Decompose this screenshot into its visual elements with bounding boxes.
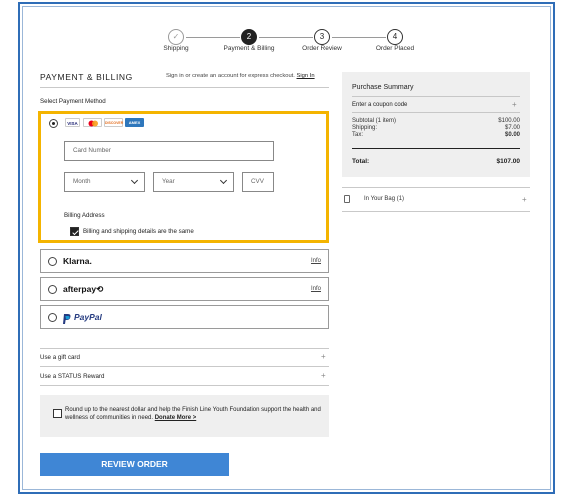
step-label-payment: Payment & Billing bbox=[223, 45, 275, 52]
divider bbox=[342, 211, 530, 212]
mastercard-logo-icon bbox=[83, 118, 102, 127]
gift-card-label[interactable]: Use a gift card bbox=[40, 354, 80, 361]
subtotal-value: $100.00 bbox=[498, 118, 520, 124]
step-shipping-check-icon: ✓ bbox=[168, 29, 184, 45]
status-reward-label[interactable]: Use a STATUS Reward bbox=[40, 373, 104, 380]
summary-title: Purchase Summary bbox=[352, 84, 414, 91]
shipping-row: Shipping: $7.00 bbox=[352, 125, 520, 132]
billing-same-checkbox[interactable] bbox=[70, 227, 79, 236]
step-review-number: 3 bbox=[314, 29, 330, 45]
review-order-button[interactable]: REVIEW ORDER bbox=[40, 453, 229, 476]
billing-same-label[interactable]: Billing and shipping details are the sam… bbox=[83, 228, 194, 235]
credit-card-radio[interactable] bbox=[49, 119, 58, 128]
divider bbox=[40, 87, 329, 88]
roundup-donation-box: Round up to the nearest dollar and help … bbox=[40, 395, 329, 437]
shipping-label: Shipping: bbox=[352, 125, 378, 131]
coupon-code-toggle[interactable]: Enter a coupon code bbox=[352, 102, 407, 108]
cvv-input[interactable]: CVV bbox=[242, 172, 274, 192]
afterpay-radio[interactable] bbox=[48, 285, 57, 294]
divider bbox=[40, 348, 329, 349]
afterpay-logo: afterpay⟲ bbox=[63, 284, 104, 294]
divider bbox=[352, 148, 520, 149]
subtotal-row: Subtotal (1 item) $100.00 bbox=[352, 118, 520, 125]
month-select-value: Month bbox=[73, 178, 91, 185]
divider bbox=[352, 112, 520, 113]
shipping-value: $7.00 bbox=[504, 125, 520, 131]
paypal-wordmark: PayPal bbox=[74, 312, 102, 322]
signin-text: Sign in or create an account for express… bbox=[166, 73, 295, 79]
purchase-summary: Purchase Summary Enter a coupon code + S… bbox=[342, 72, 530, 177]
card-number-input[interactable]: Card Number bbox=[64, 141, 274, 161]
step-connector bbox=[186, 37, 240, 38]
payment-method-label: Select Payment Method bbox=[40, 98, 106, 105]
paypal-radio[interactable] bbox=[48, 313, 57, 322]
coupon-plus-icon[interactable]: + bbox=[512, 100, 517, 109]
roundup-checkbox[interactable] bbox=[53, 409, 62, 418]
step-connector bbox=[259, 37, 313, 38]
month-select[interactable]: Month bbox=[64, 172, 145, 192]
total-value: $107.00 bbox=[496, 158, 521, 165]
klarna-option[interactable]: Klarna. Info bbox=[40, 249, 329, 273]
signin-prompt: Sign in or create an account for express… bbox=[166, 73, 315, 79]
chevron-down-icon bbox=[130, 176, 139, 185]
tax-label: Tax: bbox=[352, 132, 364, 138]
bag-icon bbox=[344, 195, 350, 203]
klarna-logo: Klarna. bbox=[63, 256, 92, 266]
visa-logo-icon: VISA bbox=[65, 118, 80, 127]
page-title: PAYMENT & BILLING bbox=[40, 72, 133, 82]
afterpay-option[interactable]: afterpay⟲ Info bbox=[40, 277, 329, 301]
status-reward-plus-icon[interactable]: + bbox=[321, 371, 326, 380]
gift-card-plus-icon[interactable]: + bbox=[321, 352, 326, 361]
year-select-value: Year bbox=[162, 178, 175, 185]
step-label-placed: Order Placed bbox=[375, 45, 415, 52]
roundup-text: Round up to the nearest dollar and help … bbox=[65, 406, 325, 422]
divider bbox=[40, 366, 329, 367]
bag-plus-icon[interactable]: + bbox=[522, 195, 527, 204]
step-placed-number: 4 bbox=[387, 29, 403, 45]
year-select[interactable]: Year bbox=[153, 172, 234, 192]
tax-row: Tax: $0.00 bbox=[352, 132, 520, 139]
step-label-review: Order Review bbox=[302, 45, 342, 52]
divider bbox=[342, 187, 530, 188]
signin-link[interactable]: Sign In bbox=[297, 73, 315, 79]
tax-value: $0.00 bbox=[504, 132, 520, 138]
billing-address-label: Billing Address bbox=[64, 212, 105, 219]
divider bbox=[40, 385, 329, 386]
donate-more-link[interactable]: Donate More > bbox=[155, 415, 197, 421]
discover-logo-icon: DISCOVER bbox=[104, 118, 123, 127]
klarna-info-link[interactable]: Info bbox=[311, 258, 321, 264]
afterpay-info-link[interactable]: Info bbox=[311, 286, 321, 292]
total-row: Total: $107.00 bbox=[352, 158, 520, 165]
amex-logo-icon: AMEX bbox=[125, 118, 144, 127]
step-label-shipping[interactable]: Shipping bbox=[163, 45, 188, 52]
in-your-bag-toggle[interactable]: In Your Bag (1) + bbox=[342, 190, 530, 210]
chevron-down-icon bbox=[219, 176, 228, 185]
step-payment-number: 2 bbox=[241, 29, 257, 45]
paypal-logo: PayPal bbox=[74, 312, 102, 322]
bag-label: In Your Bag (1) bbox=[364, 196, 405, 202]
divider bbox=[352, 96, 520, 97]
paypal-option[interactable]: PayPal bbox=[40, 305, 329, 329]
total-label: Total: bbox=[352, 158, 370, 165]
subtotal-label: Subtotal (1 item) bbox=[352, 118, 397, 124]
klarna-radio[interactable] bbox=[48, 257, 57, 266]
step-connector bbox=[332, 37, 386, 38]
paypal-p-icon bbox=[63, 312, 71, 324]
